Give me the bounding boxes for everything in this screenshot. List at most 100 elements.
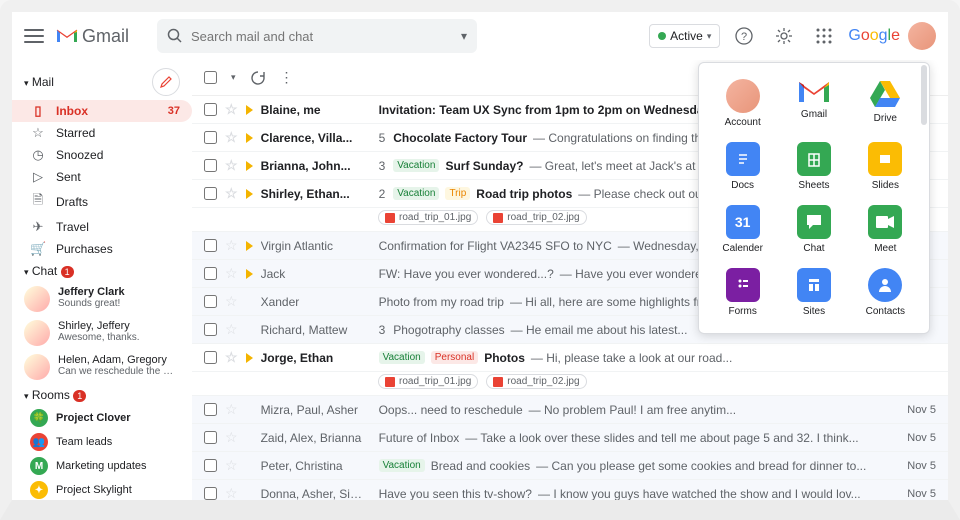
row-checkbox[interactable] [204, 295, 217, 308]
message-row[interactable]: ☆Peter, ChristinaVacationBread and cooki… [192, 452, 948, 480]
attachment-chip[interactable]: road_trip_02.jpg [486, 210, 586, 225]
search-dropdown-icon[interactable]: ▾ [461, 29, 467, 43]
message-row[interactable]: ☆Donna, Asher, SimonHave you seen this t… [192, 480, 948, 500]
more-button[interactable]: ⋮ [280, 69, 294, 86]
star-icon[interactable]: ☆ [225, 157, 238, 174]
subject: FW: Have you ever wondered...? [379, 267, 554, 281]
star-icon[interactable]: ☆ [225, 485, 238, 500]
app-account[interactable]: Account [707, 75, 778, 132]
row-checkbox[interactable] [204, 323, 217, 336]
star-icon[interactable]: ☆ [225, 321, 238, 338]
rooms-section-header[interactable]: ▾ Rooms 1 [12, 384, 192, 406]
presence-status[interactable]: Active ▾ [649, 24, 720, 48]
app-meet[interactable]: Meet [850, 201, 921, 258]
refresh-button[interactable] [250, 70, 266, 86]
nav-travel[interactable]: ✈Travel [12, 216, 192, 238]
row-checkbox[interactable] [204, 459, 217, 472]
star-icon[interactable]: ☆ [225, 265, 238, 282]
chat-section-header[interactable]: ▾ Chat 1 [12, 260, 192, 282]
attachment-row: road_trip_01.jpg road_trip_02.jpg [192, 372, 948, 396]
importance-marker-icon[interactable] [246, 161, 253, 171]
search-bar[interactable]: ▾ [157, 19, 477, 53]
star-icon[interactable]: ☆ [225, 349, 238, 366]
message-row[interactable]: ☆Zaid, Alex, BriannaFuture of Inbox — Ta… [192, 424, 948, 452]
row-checkbox[interactable] [204, 131, 217, 144]
nav-snoozed[interactable]: ◷Snoozed [12, 144, 192, 166]
mail-section-header[interactable]: ▾ Mail [12, 64, 192, 100]
nav-sent[interactable]: ▷Sent [12, 166, 192, 188]
app-calender[interactable]: 31Calender [707, 201, 778, 258]
apps-button[interactable] [808, 20, 840, 52]
chat-item[interactable]: Jeffery ClarkSounds great! [12, 282, 192, 316]
row-checkbox[interactable] [204, 403, 217, 416]
room-item[interactable]: 🍀Project Clover [12, 406, 192, 430]
help-button[interactable]: ? [728, 20, 760, 52]
row-checkbox[interactable] [204, 239, 217, 252]
send-icon: ▷ [30, 169, 46, 185]
snippet: — Take a look over these slides and tell… [465, 431, 858, 445]
google-logo[interactable]: Google [848, 27, 900, 45]
app-drive[interactable]: Drive [850, 75, 921, 132]
star-icon[interactable]: ☆ [225, 185, 238, 202]
scrollbar[interactable] [921, 65, 927, 125]
star-icon[interactable]: ☆ [225, 129, 238, 146]
subject: Oops... need to reschedule [379, 403, 523, 417]
chat-item[interactable]: Helen, Adam, GregoryCan we reschedule th… [12, 350, 192, 384]
message-row[interactable]: ☆Mizra, Paul, AsherOops... need to resch… [192, 396, 948, 424]
app-gmail[interactable]: Gmail [778, 75, 849, 132]
star-icon[interactable]: ☆ [225, 429, 238, 446]
search-input[interactable] [191, 29, 453, 44]
nav-purchases[interactable]: 🛒Purchases [12, 238, 192, 260]
attachment-chip[interactable]: road_trip_01.jpg [378, 210, 478, 225]
nav-starred[interactable]: ☆Starred [12, 122, 192, 144]
account-avatar[interactable] [908, 22, 936, 50]
row-checkbox[interactable] [204, 267, 217, 280]
select-dropdown-icon[interactable]: ▾ [231, 72, 236, 83]
select-all-checkbox[interactable] [204, 71, 217, 84]
app-forms[interactable]: Forms [707, 264, 778, 321]
image-file-icon [385, 213, 395, 223]
importance-marker-icon[interactable] [246, 353, 253, 363]
importance-marker-icon[interactable] [246, 269, 253, 279]
room-item[interactable]: MMarketing updates [12, 454, 192, 478]
menu-icon[interactable] [24, 29, 44, 43]
star-icon[interactable]: ☆ [225, 237, 238, 254]
gmail-logo[interactable]: Gmail [56, 26, 129, 47]
attachment-chip[interactable]: road_trip_02.jpg [486, 374, 586, 389]
importance-marker-icon[interactable] [246, 241, 253, 251]
message-row[interactable]: ☆Jorge, EthanVacationPersonalPhotos — Hi… [192, 344, 948, 372]
app-sheets[interactable]: Sheets [778, 138, 849, 195]
app-slides[interactable]: Slides [850, 138, 921, 195]
chat-item[interactable]: Shirley, JefferyAwesome, thanks. [12, 316, 192, 350]
label-tag: Vacation [393, 159, 439, 172]
app-contacts[interactable]: Contacts [850, 264, 921, 321]
app-label: Sites [803, 306, 825, 317]
row-checkbox[interactable] [204, 351, 217, 364]
star-icon[interactable]: ☆ [225, 457, 238, 474]
app-label: Account [725, 117, 761, 128]
nav-inbox[interactable]: ▯Inbox37 [12, 100, 192, 122]
row-checkbox[interactable] [204, 187, 217, 200]
row-checkbox[interactable] [204, 159, 217, 172]
nav-drafts[interactable]: 🗎Drafts [12, 188, 192, 216]
compose-button[interactable] [152, 68, 180, 96]
app-chat[interactable]: Chat [778, 201, 849, 258]
image-file-icon [493, 377, 503, 387]
attachment-chip[interactable]: road_trip_01.jpg [378, 374, 478, 389]
app-sites[interactable]: Sites [778, 264, 849, 321]
app-docs[interactable]: Docs [707, 138, 778, 195]
room-item[interactable]: 👥Team leads [12, 430, 192, 454]
star-icon[interactable]: ☆ [225, 293, 238, 310]
importance-marker-icon[interactable] [246, 105, 253, 115]
room-item[interactable]: ✦Project Skylight [12, 478, 192, 500]
app-label: Calender [722, 243, 763, 254]
star-icon[interactable]: ☆ [225, 401, 238, 418]
importance-marker-icon[interactable] [246, 189, 253, 199]
settings-button[interactable] [768, 20, 800, 52]
row-checkbox[interactable] [204, 103, 217, 116]
row-checkbox[interactable] [204, 487, 217, 500]
avatar [24, 354, 50, 380]
star-icon[interactable]: ☆ [225, 101, 238, 118]
importance-marker-icon[interactable] [246, 133, 253, 143]
row-checkbox[interactable] [204, 431, 217, 444]
